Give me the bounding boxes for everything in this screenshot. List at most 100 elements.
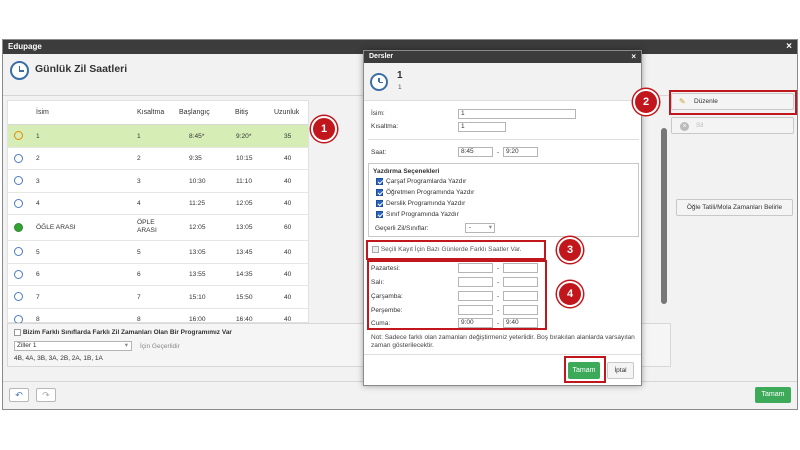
row-length: 40 <box>284 316 292 323</box>
row-start: 16:00 <box>189 316 206 323</box>
name-input[interactable]: 1 <box>458 109 576 119</box>
delete-button[interactable]: × Sil <box>671 117 794 134</box>
row-length: 40 <box>284 200 292 207</box>
dialog-titlebar: Dersler × <box>364 51 641 63</box>
row-name: 6 <box>36 271 40 278</box>
row-name: 8 <box>36 316 40 323</box>
print-options-box: Yazdırma Seçenekleri Çarşaf Programlarda… <box>368 163 639 237</box>
print-option[interactable]: Öğretmen Programında Yazdır <box>376 189 474 196</box>
clock-icon <box>14 176 23 185</box>
print-option[interactable]: Çarşaf Programlarda Yazdır <box>376 178 466 185</box>
clock-icon <box>10 61 29 80</box>
clock-icon <box>14 131 23 140</box>
table-row[interactable]: 6 6 13:55 14:35 40 <box>8 264 308 286</box>
highlight-day-times <box>367 260 547 330</box>
row-length: 60 <box>284 224 292 231</box>
column-header-start[interactable]: Başlangıç <box>179 109 210 116</box>
short-input[interactable]: 1 <box>458 122 506 132</box>
row-short: 2 <box>137 155 141 162</box>
row-length: 40 <box>284 271 292 278</box>
ok-button[interactable]: Tamam <box>755 387 791 403</box>
row-name: 1 <box>36 132 40 140</box>
clock-icon <box>14 153 23 163</box>
row-length: 35 <box>284 132 292 140</box>
name-label: İsim: <box>371 110 385 117</box>
dialog-head-subtitle: 1 <box>398 84 402 91</box>
row-start: 8:45* <box>189 132 205 140</box>
print-option[interactable]: Derslik Programında Yazdır <box>376 200 465 207</box>
row-end: 14:35 <box>236 271 253 278</box>
column-header-name[interactable]: İsim <box>36 109 49 116</box>
lunch-breaks-button[interactable]: Öğle Tatili/Mola Zamanları Belirle <box>676 199 793 216</box>
row-length: 40 <box>284 177 292 185</box>
row-end: 13:05 <box>236 224 253 231</box>
undo-icon[interactable]: ↶ <box>9 388 29 402</box>
highlight-ok <box>564 356 606 383</box>
dialog-header: 1 1 <box>364 63 641 101</box>
delete-icon: × <box>680 122 689 131</box>
table-row[interactable]: 5 5 13:05 13:45 40 <box>8 241 308 264</box>
clock-icon <box>14 247 23 256</box>
bell-set-select[interactable]: Ziller 1 ▾ <box>14 341 132 351</box>
different-bells-checkbox[interactable] <box>14 329 21 336</box>
table-row[interactable]: 3 3 10:30 11:10 40 <box>8 170 308 193</box>
scrollbar[interactable] <box>661 128 667 304</box>
screen: Edupage × Günlük Zil Saatleri İsim Kısal… <box>0 0 800 450</box>
print-option[interactable]: Sınıf Programında Yazdır <box>376 211 459 218</box>
table-header: İsim Kısaltma Başlangıç Bitiş Uzunluk <box>8 101 308 125</box>
table-row[interactable]: 1 1 8:45* 9:20* 35 <box>8 125 308 148</box>
table-row[interactable]: ÖĞLE ARASI ÖPLE ARASI 12:05 13:05 60 <box>8 215 308 241</box>
table-row[interactable]: 2 2 9:35 10:15 40 <box>8 148 308 170</box>
highlight-different-times <box>366 240 546 260</box>
table-row[interactable]: 7 7 15:10 15:50 40 <box>8 286 308 309</box>
callout-badge: 1 <box>311 116 337 142</box>
table-row[interactable]: 4 4 11:25 12:05 40 <box>8 193 308 215</box>
print-option-label: Sınıf Programında Yazdır <box>386 211 459 219</box>
row-length: 40 <box>284 293 292 301</box>
bell-set-value: Ziller 1 <box>17 342 37 349</box>
dialog-cancel-button[interactable]: İptal <box>607 362 634 379</box>
valid-bells-select[interactable]: - ▾ <box>465 223 495 233</box>
page-title: Günlük Zil Saatleri <box>35 63 128 75</box>
row-end: 15:50 <box>236 293 253 301</box>
callout-badge: 2 <box>633 89 659 115</box>
row-end: 13:45 <box>236 248 253 256</box>
row-start: 15:10 <box>189 293 206 301</box>
dialog-title: Dersler <box>369 53 394 60</box>
column-header-length[interactable]: Uzunluk <box>274 109 299 116</box>
time-end-input[interactable]: 9:20 <box>503 147 538 157</box>
dialog-note: Not: Sadece farklı olan zamanları değişt… <box>371 334 635 349</box>
checkbox-checked[interactable] <box>376 211 383 218</box>
column-header-short[interactable]: Kısaltma <box>137 109 164 116</box>
row-name: 2 <box>36 155 40 162</box>
row-short: 5 <box>137 248 141 256</box>
dialog-head-title: 1 <box>397 70 403 81</box>
row-end: 12:05 <box>236 200 253 207</box>
print-option-label: Çarşaf Programlarda Yazdır <box>386 178 467 186</box>
different-bells-label: Bizim Farklı Sınıflarda Farklı Zil Zaman… <box>22 329 232 337</box>
row-start: 13:05 <box>189 248 206 256</box>
clock-icon <box>14 269 23 279</box>
row-short: 1 <box>137 132 141 140</box>
print-options-title: Yazdırma Seçenekleri <box>373 168 440 175</box>
checkbox-checked[interactable] <box>376 178 383 185</box>
row-start: 11:25 <box>189 200 206 207</box>
row-length: 40 <box>284 248 292 256</box>
row-end: 16:40 <box>236 316 253 323</box>
close-icon[interactable]: × <box>786 40 792 54</box>
checkbox-checked[interactable] <box>376 200 383 207</box>
checkbox-checked[interactable] <box>376 189 383 196</box>
dialog-close-icon[interactable]: × <box>631 51 636 63</box>
window-title: Edupage <box>8 42 42 51</box>
redo-icon[interactable]: ↷ <box>36 388 56 402</box>
time-start-input[interactable]: 8:45 <box>458 147 493 157</box>
row-short: 3 <box>137 177 141 185</box>
different-bells-option[interactable]: Bizim Farklı Sınıflarda Farklı Zil Zaman… <box>14 329 232 336</box>
valid-bells-label: Geçerli Zil/Sınıflar: <box>375 225 429 232</box>
row-short: ÖPLE ARASI <box>137 219 157 234</box>
bell-times-table: İsim Kısaltma Başlangıç Bitiş Uzunluk 1 … <box>7 100 309 324</box>
column-header-end[interactable]: Bitiş <box>235 109 248 116</box>
time-label: Saat: <box>371 149 387 156</box>
clock-icon <box>370 73 388 91</box>
row-short: 4 <box>137 200 141 207</box>
